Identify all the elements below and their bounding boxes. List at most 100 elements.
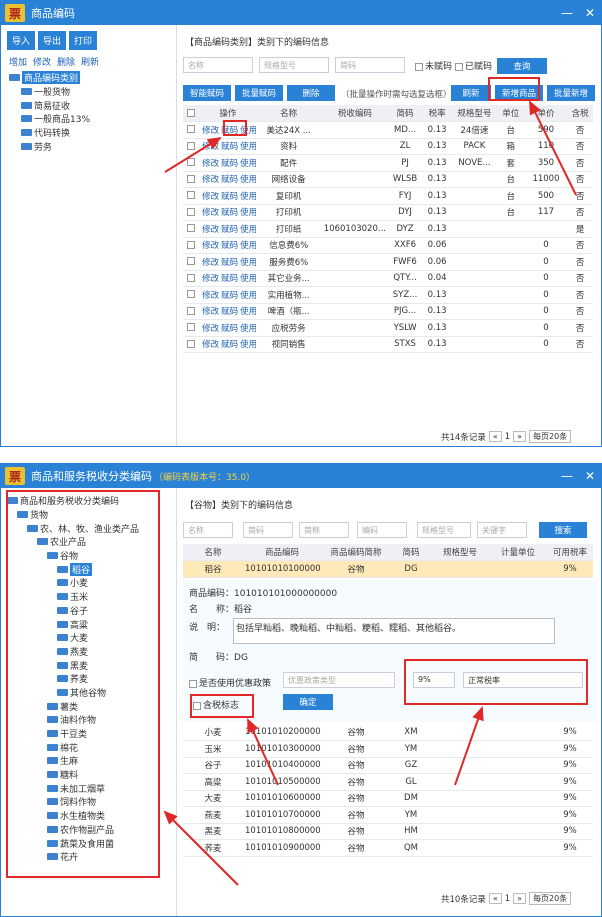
table-row[interactable]: 修改 赋码 使用 复印机 FYJ 0.13 台 500 否 (183, 187, 593, 205)
row-checkbox[interactable] (183, 336, 201, 353)
row-action-link[interactable]: 赋码 (221, 307, 238, 317)
row-checkbox[interactable] (183, 237, 201, 254)
row-action-link[interactable]: 赋码 (221, 274, 238, 284)
batch-add-button[interactable]: 批量新增 (547, 85, 595, 101)
row-action-link[interactable]: 修改 (202, 225, 219, 235)
row-checkbox[interactable] (183, 286, 201, 304)
table-row[interactable]: 小麦 10101010200000... 谷物 XM 9% (183, 724, 593, 741)
table-row[interactable]: 修改 赋码 使用 打印纸 1060103020... DYZ 0.13 是 (183, 220, 593, 238)
prev-page-button[interactable]: « (488, 431, 502, 442)
preferential-checkbox[interactable]: 是否使用优惠政策 (189, 676, 271, 689)
table-row[interactable]: 修改 赋码 使用 啤酒（瓶... PJG... 0.13 0 否 (183, 303, 593, 320)
query-button[interactable]: 查询 (497, 58, 547, 74)
tree-node[interactable]: 商品编码类别 (9, 71, 90, 85)
row-action-link[interactable]: 修改 (202, 324, 219, 334)
row-action-link[interactable]: 赋码 (221, 225, 238, 235)
table-row[interactable]: 修改 赋码 使用 信息费6% XXF6 0.06 0 否 (183, 237, 593, 254)
filter-input[interactable]: 简称 (299, 522, 349, 538)
short-code-input[interactable]: 简码 (335, 57, 405, 73)
tree-node[interactable]: 一般商品13% (9, 112, 90, 126)
filter-input[interactable]: 简码 (243, 522, 293, 538)
detail-desc-textarea[interactable]: 包括早籼稻、晚籼稻、中籼稻、粳稻、糯稻、其他稻谷。 (233, 618, 555, 644)
row-checkbox[interactable] (183, 154, 201, 172)
row-checkbox[interactable] (183, 319, 201, 337)
row-action-link[interactable]: 赋码 (221, 159, 238, 169)
tree-node[interactable]: 代码转换 (9, 126, 90, 140)
table-row[interactable]: 修改 赋码 使用 实用植物... SYZ... 0.13 0 否 (183, 286, 593, 304)
row-action-link[interactable]: 赋码 (221, 175, 238, 185)
next-page-button[interactable]: » (513, 893, 527, 904)
table-row[interactable]: 玉米 10101010300000... 谷物 YM 9% (183, 740, 593, 758)
row-action-link[interactable]: 赋码 (221, 291, 238, 301)
export-button[interactable]: 导出 (38, 31, 67, 50)
table-row[interactable]: 修改 赋码 使用 打印机 DYJ 0.13 台 117 否 (183, 204, 593, 221)
preferential-type-select[interactable]: 优惠政策类型 (283, 672, 395, 688)
table-row[interactable]: 高粱 10101010500000... 谷物 GL 9% (183, 773, 593, 791)
row-action-link[interactable]: 修改 (202, 274, 219, 284)
filter-input[interactable]: 规格型号 (417, 522, 471, 538)
minimize-icon[interactable]: — (561, 6, 573, 20)
row-action-link[interactable]: 修改 (202, 192, 219, 202)
add-link[interactable]: 增加 (9, 55, 27, 68)
name-input[interactable]: 名称 (183, 57, 253, 73)
row-checkbox[interactable] (183, 121, 201, 139)
row-action-link[interactable]: 修改 (202, 175, 219, 185)
row-action-link[interactable]: 赋码 (221, 340, 238, 350)
table-row[interactable]: 荞麦 10101010900000... 谷物 QM 9% (183, 839, 593, 857)
row-checkbox[interactable] (183, 220, 201, 238)
refresh-button[interactable]: 刷新 (451, 85, 491, 101)
tree-node[interactable]: 一般货物 (9, 85, 90, 99)
row-checkbox[interactable] (183, 138, 201, 155)
delete-link[interactable]: 删除 (57, 55, 75, 68)
filter-input[interactable]: 名称 (183, 522, 233, 538)
prev-page-button[interactable]: « (488, 893, 502, 904)
row-action-link[interactable]: 修改 (202, 340, 219, 350)
row-action-link[interactable]: 修改 (202, 142, 219, 152)
table-row[interactable]: 修改 赋码 使用 资料 ZL 0.13 PACK 箱 110 否 (183, 138, 593, 155)
row-action-link[interactable]: 赋码 (221, 241, 238, 251)
search-button[interactable]: 搜索 (539, 522, 587, 538)
model-input[interactable]: 规格型号 (259, 57, 329, 73)
row-action-link[interactable]: 修改 (202, 241, 219, 251)
row-action-link[interactable]: 使用 (240, 225, 255, 235)
row-checkbox[interactable] (183, 171, 201, 188)
row-action-link[interactable]: 使用 (240, 208, 255, 218)
row-action-link[interactable]: 使用 (240, 241, 255, 251)
table-row[interactable]: 修改 赋码 使用 视同销售 STXS 0.13 0 否 (183, 336, 593, 353)
refresh-link[interactable]: 刷新 (81, 55, 99, 68)
print-button[interactable]: 打印 (69, 31, 98, 50)
row-checkbox[interactable] (183, 204, 201, 221)
confirm-button[interactable]: 确定 (283, 694, 333, 710)
tree-node[interactable]: 简易征收 (9, 98, 90, 112)
table-row[interactable]: 黑麦 10101010800000... 谷物 HM 9% (183, 823, 593, 840)
row-action-link[interactable]: 修改 (202, 126, 219, 136)
row-action-link[interactable]: 赋码 (221, 142, 238, 152)
smart-code-button[interactable]: 智能赋码 (183, 85, 231, 101)
row-action-link[interactable]: 使用 (240, 307, 255, 317)
row-action-link[interactable]: 使用 (240, 340, 255, 350)
select-all-checkbox[interactable] (183, 105, 201, 122)
batch-code-button[interactable]: 批量赋码 (235, 85, 283, 101)
filter-input[interactable]: 关键字 (477, 522, 527, 538)
row-action-link[interactable]: 赋码 (221, 258, 238, 268)
row-action-link[interactable]: 使用 (240, 274, 255, 284)
table-row[interactable]: 修改 赋码 使用 网络设备 WLSB 0.13 台 11000 否 (183, 171, 593, 188)
row-action-link[interactable]: 使用 (240, 159, 255, 169)
row-action-link[interactable]: 赋码 (221, 324, 238, 334)
table-row[interactable]: 修改 赋码 使用 其它业务... QTY... 0.04 0 否 (183, 270, 593, 287)
row-action-link[interactable]: 赋码 (221, 192, 238, 202)
coded-checkbox[interactable]: 已赋码 (455, 59, 492, 72)
filter-input[interactable]: 编码 (357, 522, 407, 538)
row-action-link[interactable]: 使用 (240, 258, 255, 268)
table-row-selected[interactable]: 稻谷 10101010100000... 谷物 DG 9% (183, 560, 593, 578)
next-page-button[interactable]: » (513, 431, 527, 442)
table-row[interactable]: 大麦 10101010600000... 谷物 DM 9% (183, 790, 593, 807)
minimize-icon[interactable]: — (561, 469, 573, 483)
table-row[interactable]: 修改 赋码 使用 配件 PJ 0.13 NOVE... 套 350 否 (183, 154, 593, 172)
table-row[interactable]: 谷子 10101010400000... 谷物 GZ 9% (183, 757, 593, 774)
tree-node[interactable]: 劳务 (9, 139, 90, 153)
row-checkbox[interactable] (183, 303, 201, 320)
row-checkbox[interactable] (183, 253, 201, 271)
page-size-select[interactable]: 每页20条 (529, 892, 572, 905)
row-action-link[interactable]: 修改 (202, 307, 219, 317)
